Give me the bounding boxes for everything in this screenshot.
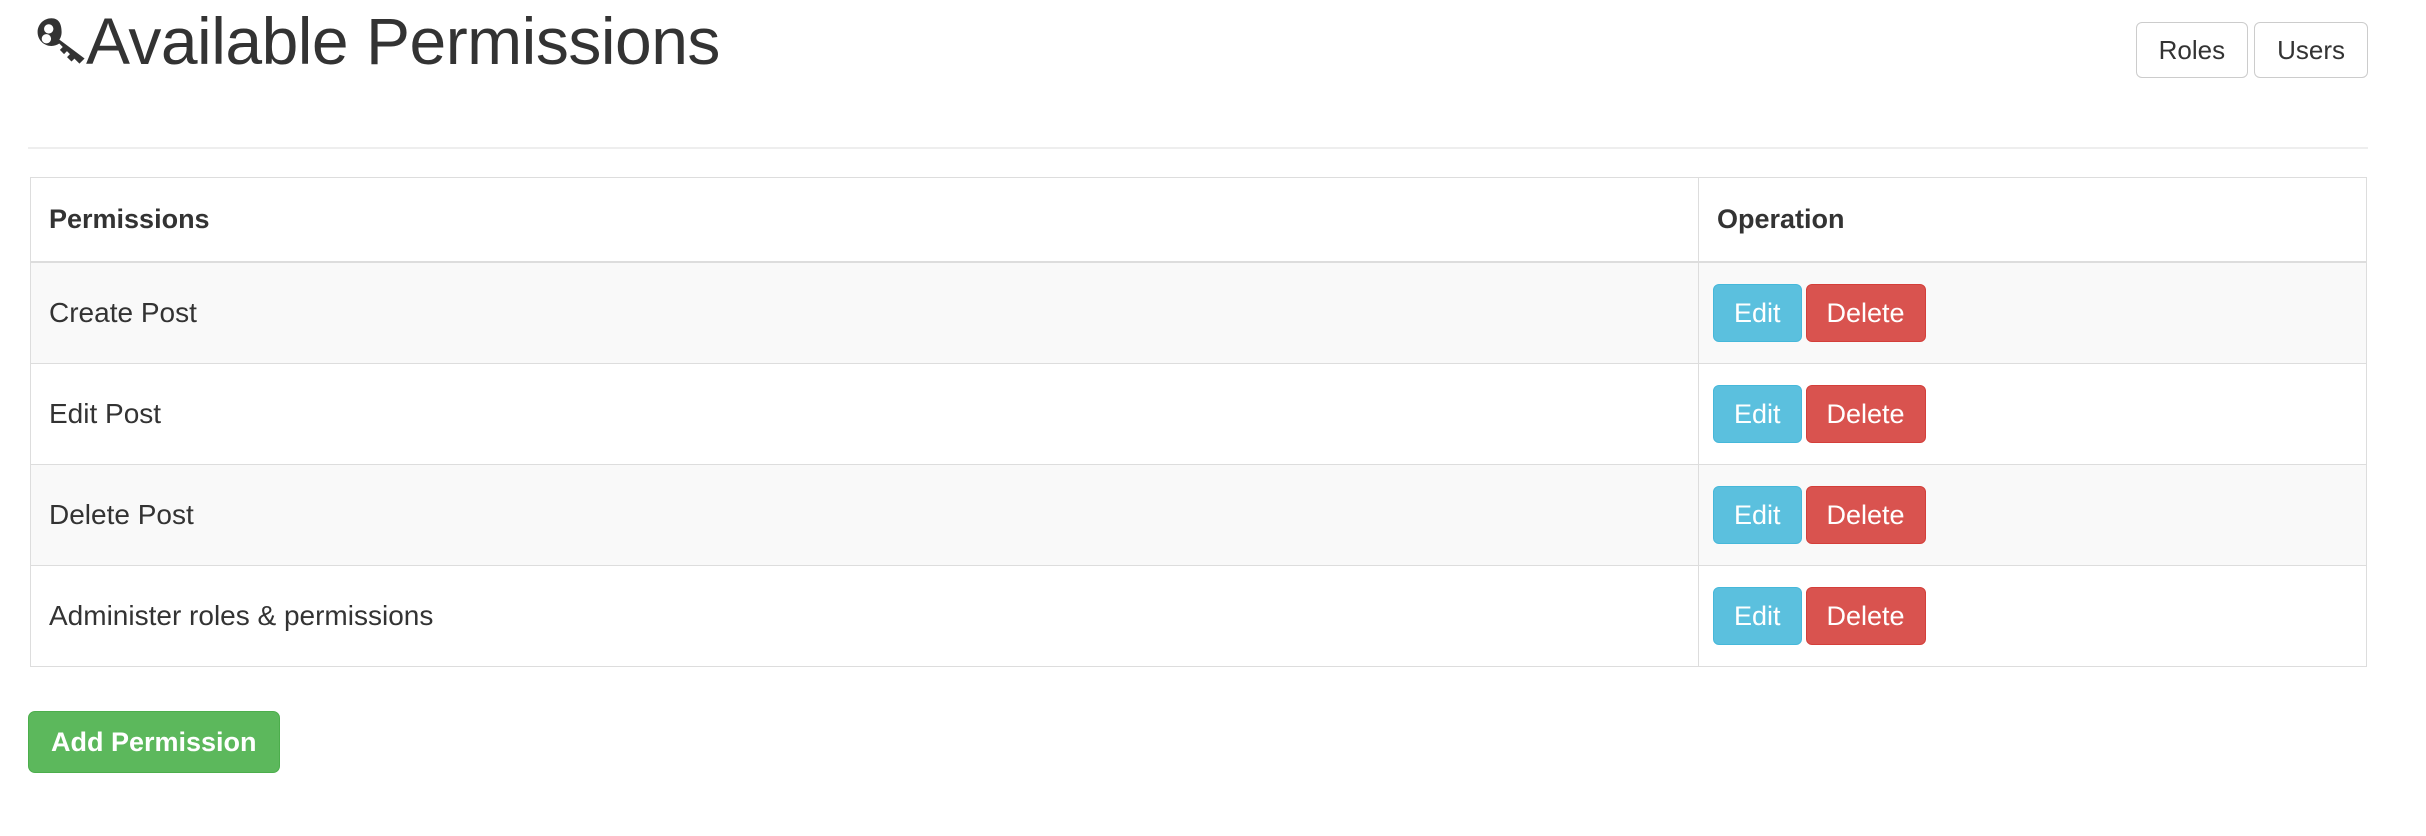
page-header: Available Permissions Roles Users xyxy=(28,0,2368,148)
table-row: Edit Post Edit Delete xyxy=(30,363,2367,465)
permissions-table: Permissions Operation Create Post Edit D… xyxy=(30,177,2367,667)
permission-name-cell: Administer roles & permissions xyxy=(30,565,1699,667)
delete-button[interactable]: Delete xyxy=(1805,486,1926,544)
table-head: Permissions Operation xyxy=(30,177,2367,263)
delete-button[interactable]: Delete xyxy=(1805,587,1926,645)
users-button[interactable]: Users xyxy=(2254,22,2368,78)
edit-button[interactable]: Edit xyxy=(1713,587,1802,645)
roles-button[interactable]: Roles xyxy=(2135,22,2249,78)
header-divider xyxy=(28,147,2368,149)
operation-cell: Edit Delete xyxy=(1698,565,2367,667)
permission-name-cell: Delete Post xyxy=(30,464,1699,566)
key-icon xyxy=(28,10,90,72)
delete-button[interactable]: Delete xyxy=(1805,385,1926,443)
edit-button[interactable]: Edit xyxy=(1713,385,1802,443)
delete-button[interactable]: Delete xyxy=(1805,284,1926,342)
operation-buttons: Edit Delete xyxy=(1713,486,2366,544)
operation-cell: Edit Delete xyxy=(1698,464,2367,566)
table-body: Create Post Edit Delete Edit Post Edit D… xyxy=(30,261,2367,667)
edit-button[interactable]: Edit xyxy=(1713,486,1802,544)
footer-actions: Add Permission xyxy=(28,711,280,773)
operation-buttons: Edit Delete xyxy=(1713,284,2366,342)
page-title: Available Permissions xyxy=(86,4,720,78)
table-row: Delete Post Edit Delete xyxy=(30,464,2367,566)
table-row: Create Post Edit Delete xyxy=(30,261,2367,364)
header-actions: Roles Users xyxy=(2135,22,2368,78)
operation-cell: Edit Delete xyxy=(1698,363,2367,465)
operation-cell: Edit Delete xyxy=(1698,261,2367,364)
table-header-row: Permissions Operation xyxy=(30,177,2367,263)
edit-button[interactable]: Edit xyxy=(1713,284,1802,342)
column-header-permissions: Permissions xyxy=(30,177,1699,263)
page-title-area: Available Permissions xyxy=(28,8,720,74)
permission-name-cell: Edit Post xyxy=(30,363,1699,465)
table-row: Administer roles & permissions Edit Dele… xyxy=(30,565,2367,667)
permissions-page: Available Permissions Roles Users Permis… xyxy=(0,0,2426,836)
operation-buttons: Edit Delete xyxy=(1713,587,2366,645)
permission-name-cell: Create Post xyxy=(30,261,1699,364)
column-header-operation: Operation xyxy=(1698,177,2367,263)
operation-buttons: Edit Delete xyxy=(1713,385,2366,443)
add-permission-button[interactable]: Add Permission xyxy=(28,711,280,773)
